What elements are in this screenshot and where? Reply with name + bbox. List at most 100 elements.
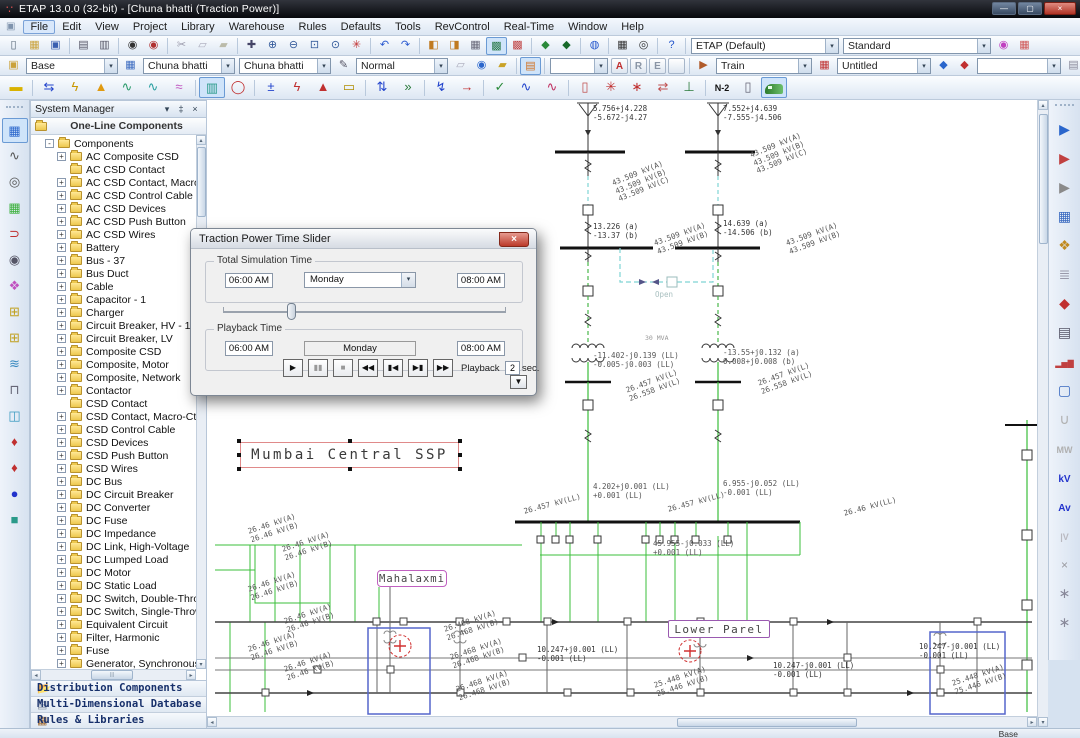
tree-item[interactable]: +Cable bbox=[31, 280, 196, 293]
help-icon[interactable]: ? bbox=[661, 37, 682, 55]
base-config-icon[interactable]: ◉ bbox=[471, 57, 492, 75]
menu-project[interactable]: Project bbox=[126, 20, 174, 34]
tree-item[interactable]: +DC Switch, Single-Throw bbox=[31, 605, 196, 618]
presentation-icon[interactable]: ▦ bbox=[120, 57, 141, 75]
expander-icon[interactable]: + bbox=[57, 529, 66, 538]
r-toggle-button[interactable]: R bbox=[630, 58, 647, 74]
tree-item[interactable]: +AC CSD Control Cable bbox=[31, 189, 196, 202]
rewind-button[interactable]: ◀◀ bbox=[358, 359, 378, 377]
camera-icon[interactable]: ◉ bbox=[122, 37, 143, 55]
view-combo[interactable]: Chuna bhatti▾ bbox=[239, 58, 331, 74]
canvas-vscrollbar[interactable]: ▴ ▾ bbox=[1037, 100, 1048, 727]
iv-display-icon[interactable]: |V bbox=[1051, 522, 1079, 550]
report-manager-icon[interactable]: ▤ bbox=[1051, 319, 1079, 347]
bus-editor-alt-icon[interactable]: ⊞ bbox=[2, 326, 28, 351]
find-icon[interactable]: ◎ bbox=[633, 37, 654, 55]
element-colors-icon[interactable]: ▩ bbox=[507, 37, 528, 55]
scroll-left-icon[interactable]: ◂ bbox=[207, 717, 217, 727]
profile-combo[interactable]: Standard▾ bbox=[843, 38, 991, 54]
open-icon[interactable]: ▦ bbox=[24, 37, 45, 55]
new-icon[interactable]: ▯ bbox=[3, 37, 24, 55]
battery-discharge-icon[interactable]: ▯ bbox=[735, 77, 761, 98]
report-combo[interactable]: Untitled▾ bbox=[837, 58, 931, 74]
no-display-icon[interactable]: × bbox=[1051, 551, 1079, 579]
tree-item[interactable]: +AC CSD Push Button bbox=[31, 215, 196, 228]
tree-item[interactable]: +CSD Devices bbox=[31, 436, 196, 449]
selection-handle[interactable] bbox=[458, 467, 462, 471]
playback-end-time-field[interactable]: 08:00 AM bbox=[457, 341, 505, 356]
tree-item[interactable]: +DC Bus bbox=[31, 475, 196, 488]
stop-button[interactable]: ■ bbox=[333, 359, 353, 377]
library-icon[interactable]: ◆ bbox=[535, 37, 556, 55]
optimal-power-flow-icon[interactable]: » bbox=[395, 77, 421, 98]
train-mode-icon[interactable] bbox=[761, 77, 787, 98]
expander-icon[interactable]: + bbox=[57, 334, 66, 343]
tree-item[interactable]: +AC CSD Devices bbox=[31, 202, 196, 215]
report-manager-icon[interactable]: ▦ bbox=[814, 57, 835, 75]
tree-vscroll-thumb[interactable] bbox=[197, 147, 206, 217]
menu-help[interactable]: Help bbox=[614, 20, 651, 34]
zoom-dynamic-icon[interactable]: ⊙ bbox=[325, 37, 346, 55]
expander-icon[interactable]: + bbox=[57, 386, 66, 395]
zoom-fit-icon[interactable]: ✳ bbox=[346, 37, 367, 55]
expander-icon[interactable]: + bbox=[57, 490, 66, 499]
expander-icon[interactable]: - bbox=[45, 139, 54, 148]
menu-defaults[interactable]: Defaults bbox=[334, 20, 388, 34]
canvas-vscroll-thumb[interactable] bbox=[1039, 114, 1048, 244]
close-button[interactable]: × bbox=[1044, 2, 1076, 15]
tree-item[interactable]: +DC Switch, Double-Throw bbox=[31, 592, 196, 605]
tree-item[interactable]: +Generator, Synchronous bbox=[31, 657, 196, 669]
map-compass-icon[interactable]: ❖ bbox=[1051, 232, 1079, 260]
transient-stability-icon[interactable]: ∿ bbox=[140, 77, 166, 98]
redo-icon[interactable]: ↷ bbox=[395, 37, 416, 55]
monitor-clock-icon[interactable]: ▢ bbox=[1051, 377, 1079, 405]
tab-rules-libraries[interactable]: ▦ Rules & Libraries bbox=[31, 713, 206, 729]
canvas-hscroll-thumb[interactable] bbox=[677, 718, 857, 727]
chevron-down-icon[interactable]: ▾ bbox=[977, 39, 990, 53]
grid-icon[interactable]: ▦ bbox=[465, 37, 486, 55]
tree-item[interactable]: +DC Fuse bbox=[31, 514, 196, 527]
scroll-up-icon[interactable]: ▴ bbox=[196, 135, 206, 145]
dumpster-icon[interactable]: ◫ bbox=[2, 404, 28, 429]
maximize-button[interactable]: ▢ bbox=[1018, 2, 1042, 15]
chevron-down-icon[interactable]: ▾ bbox=[917, 59, 930, 73]
print-icon[interactable]: ▤ bbox=[73, 37, 94, 55]
tree-item[interactable]: +DC Motor bbox=[31, 566, 196, 579]
train-animation-icon[interactable]: ▶ bbox=[1051, 116, 1079, 144]
tree-vscrollbar[interactable]: ▴ ▾ bbox=[196, 135, 206, 669]
expander-icon[interactable]: + bbox=[57, 581, 66, 590]
camera-red-icon[interactable]: ◉ bbox=[143, 37, 164, 55]
chevron-down-icon[interactable]: ▾ bbox=[798, 59, 811, 73]
dock-grip[interactable] bbox=[6, 106, 23, 114]
display-setting-1-icon[interactable]: ∗ bbox=[1051, 580, 1079, 608]
playback-start-time-field[interactable]: 06:00 AM bbox=[225, 341, 273, 356]
contingency-n2-icon[interactable]: N-2 bbox=[709, 77, 735, 98]
tree-item[interactable]: +Charger bbox=[31, 306, 196, 319]
tree-item[interactable]: +CSD Push Button bbox=[31, 449, 196, 462]
dc-arc-flash-icon[interactable]: ▲ bbox=[310, 77, 336, 98]
time-slider-track[interactable] bbox=[223, 311, 506, 313]
report-view-icon[interactable]: ▤ bbox=[1063, 57, 1080, 75]
revision-mode-icon[interactable]: ▣ bbox=[3, 57, 24, 75]
expander-icon[interactable]: + bbox=[57, 477, 66, 486]
system-dumpster-icon[interactable]: ▦ bbox=[2, 118, 28, 143]
step-back-button[interactable]: ▮◀ bbox=[383, 359, 403, 377]
tree-item[interactable]: +CSD Control Cable bbox=[31, 423, 196, 436]
expander-icon[interactable]: + bbox=[57, 620, 66, 629]
panel-close-icon[interactable]: × bbox=[188, 104, 202, 114]
selection-handle[interactable] bbox=[458, 439, 462, 443]
selection-handle[interactable] bbox=[237, 453, 241, 457]
expander-icon[interactable]: + bbox=[57, 360, 66, 369]
validation-icon[interactable]: ✓ bbox=[487, 77, 513, 98]
expander-icon[interactable]: + bbox=[57, 516, 66, 525]
sim-day-combo[interactable]: Monday ▾ bbox=[304, 272, 416, 288]
palette-icon[interactable]: ▦ bbox=[1014, 37, 1035, 55]
display-options-icon[interactable]: ▩ bbox=[486, 37, 507, 55]
sequence-viewer-icon[interactable]: ∗ bbox=[624, 77, 650, 98]
zoom-in-icon[interactable]: ⊕ bbox=[262, 37, 283, 55]
scroll-left-icon[interactable]: ◂ bbox=[31, 670, 41, 680]
network-red2-icon[interactable]: ♦ bbox=[2, 456, 28, 481]
expander-icon[interactable]: + bbox=[57, 568, 66, 577]
traction-power-time-slider-dialog[interactable]: Traction Power Time Slider × Total Simul… bbox=[190, 228, 537, 396]
expander-icon[interactable]: + bbox=[57, 230, 66, 239]
